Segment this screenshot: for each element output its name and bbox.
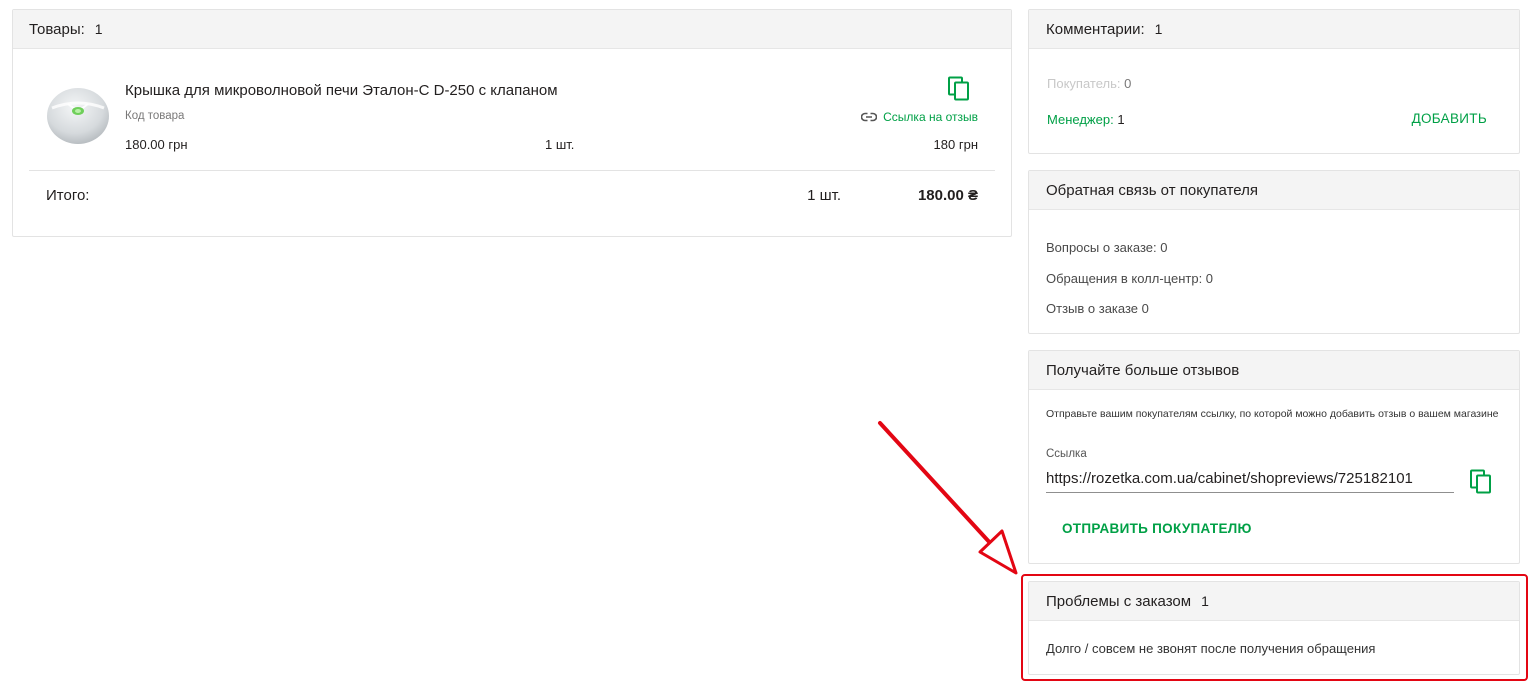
comments-card: Комментарии: 1 Покупатель: 0 Менеджер: 1… <box>1028 9 1520 154</box>
buyer-comments: Покупатель: 0 <box>1047 76 1131 91</box>
feedback-callcenter: Обращения в колл-центр: 0 <box>1046 271 1214 286</box>
problems-header: Проблемы с заказом 1 <box>1029 582 1519 621</box>
annotation-arrow <box>878 421 1018 575</box>
more-reviews-title: Получайте больше отзывов <box>1046 361 1240 379</box>
goods-divider <box>29 170 995 171</box>
buyer-comments-count: 0 <box>1124 76 1132 91</box>
send-to-buyer-button[interactable]: ОТПРАВИТЬ ПОКУПАТЕЛЮ <box>1062 521 1252 536</box>
review-url-input[interactable] <box>1046 465 1454 493</box>
problem-item: Долго / совсем не звонят после получения… <box>1046 641 1376 656</box>
problems-title: Проблемы с заказом <box>1046 592 1192 610</box>
more-reviews-header: Получайте больше отзывов <box>1029 351 1519 390</box>
total-quantity: 1 шт. <box>807 187 841 204</box>
review-link-label: Ссылка на отзыв <box>883 110 978 124</box>
goods-title: Товары: <box>29 20 85 38</box>
product-name[interactable]: Крышка для микроволновой печи Эталон-С D… <box>125 82 558 99</box>
goods-count: 1 <box>94 21 103 37</box>
copy-icon[interactable] <box>1469 469 1493 495</box>
comments-title: Комментарии: <box>1046 20 1145 38</box>
goods-header: Товары: 1 <box>13 10 1011 49</box>
feedback-title: Обратная связь от покупателя <box>1046 181 1258 199</box>
more-reviews-card: Получайте больше отзывов Отправьте вашим… <box>1028 350 1520 564</box>
review-url-label: Ссылка <box>1046 448 1087 460</box>
manager-comments-count: 1 <box>1117 112 1125 127</box>
link-icon <box>861 112 878 122</box>
comments-header: Комментарии: 1 <box>1029 10 1519 49</box>
product-code-label: Код товара <box>125 110 185 122</box>
product-sum: 180 грн <box>933 137 978 152</box>
feedback-review: Отзыв о заказе 0 <box>1046 301 1149 316</box>
review-link[interactable]: Ссылка на отзыв <box>861 110 978 124</box>
add-comment-button[interactable]: ДОБАВИТЬ <box>1412 111 1487 126</box>
manager-comments[interactable]: Менеджер: 1 <box>1047 112 1125 127</box>
goods-card: Товары: 1 Крышка для микроволновой печи … <box>12 9 1012 237</box>
comments-count: 1 <box>1154 21 1163 37</box>
problems-card: Проблемы с заказом 1 Долго / совсем не з… <box>1028 581 1520 675</box>
total-sum: 180.00 ₴ <box>917 187 978 204</box>
total-label: Итого: <box>46 187 90 204</box>
feedback-card: Обратная связь от покупателя Вопросы о з… <box>1028 170 1520 334</box>
more-reviews-description: Отправьте вашим покупателям ссылку, по к… <box>1046 408 1499 420</box>
feedback-header: Обратная связь от покупателя <box>1029 171 1519 210</box>
copy-icon[interactable] <box>947 76 971 102</box>
product-price: 180.00 грн <box>125 137 188 152</box>
problems-count: 1 <box>1201 593 1209 609</box>
product-image[interactable] <box>46 82 110 146</box>
product-quantity: 1 шт. <box>545 137 575 152</box>
manager-comments-label: Менеджер: <box>1047 112 1114 127</box>
feedback-questions: Вопросы о заказе: 0 <box>1046 240 1168 255</box>
buyer-comments-label: Покупатель: <box>1047 76 1121 91</box>
